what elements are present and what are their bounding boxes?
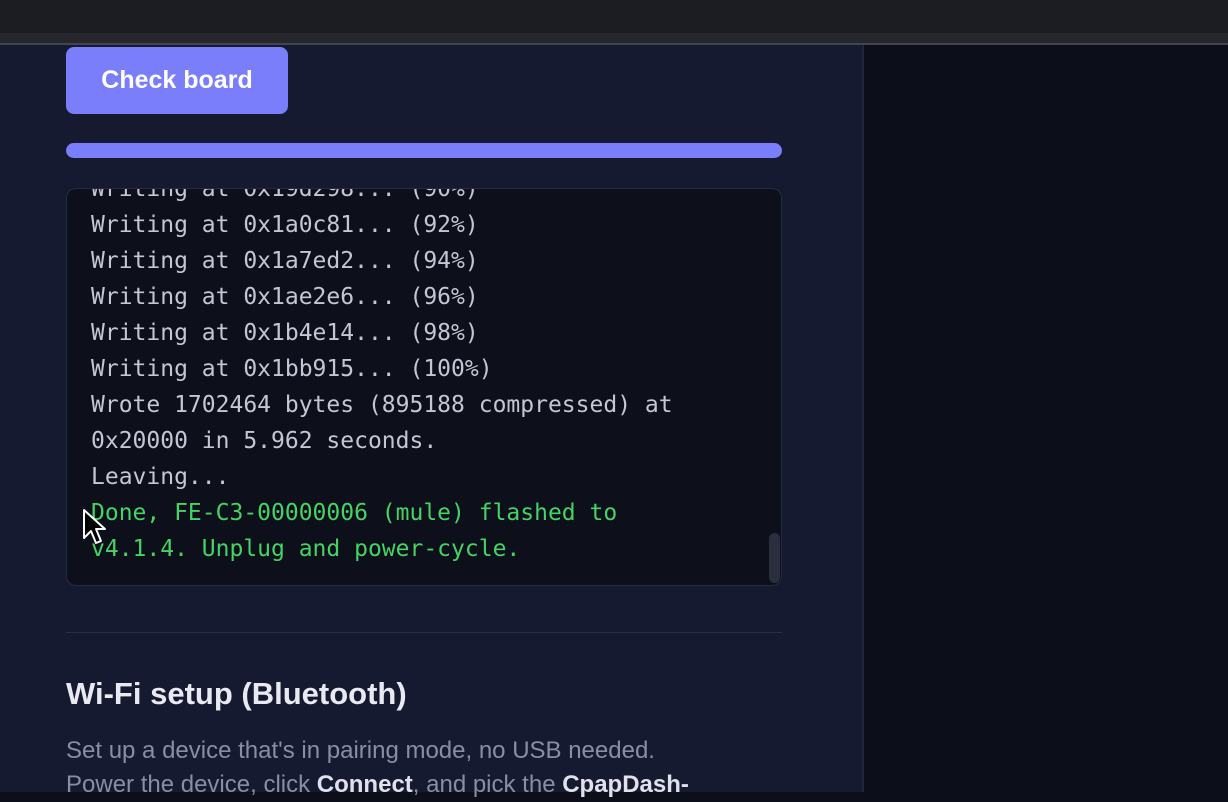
console-line: Writing at 0x19d298... (90%) bbox=[91, 188, 479, 202]
mouse-pointer-icon bbox=[83, 509, 106, 544]
console-line: Done, FE-C3-00000006 (mule) flashed to bbox=[91, 500, 618, 526]
console-line: Writing at 0x1b4e14... (98%) bbox=[91, 320, 479, 346]
section-divider bbox=[66, 632, 782, 633]
console-log-lines: Writing at 0x19d298... (90%) Writing at 0… bbox=[91, 188, 761, 567]
check-board-button[interactable]: Check board bbox=[66, 47, 288, 114]
wifi-setup-description-line1: Set up a device that's in pairing mode, … bbox=[66, 737, 655, 764]
console-line: Writing at 0x1a7ed2... (94%) bbox=[91, 248, 479, 274]
flash-progress-fill bbox=[66, 143, 782, 158]
console-line: Leaving... bbox=[91, 464, 230, 490]
console-line: Writing at 0x1ae2e6... (96%) bbox=[91, 284, 479, 310]
wifi-setup-description-line2-mid: , and pick the bbox=[412, 771, 563, 798]
console-line: Writing at 0x1a0c81... (92%) bbox=[91, 212, 479, 238]
device-name-prefix: CpapDash- bbox=[562, 771, 689, 798]
right-empty-area bbox=[864, 45, 1228, 792]
wifi-setup-title: Wi-Fi setup (Bluetooth) bbox=[66, 676, 407, 711]
console-line: Wrote 1702464 bytes (895188 compressed) … bbox=[91, 392, 673, 418]
console-line: 0x20000 in 5.962 seconds. bbox=[91, 428, 438, 454]
wifi-setup-description-line2-prefix: Power the device, click bbox=[66, 771, 317, 798]
console-scrollbar[interactable] bbox=[769, 533, 780, 583]
console-line: Writing at 0x1bb915... (100%) bbox=[91, 356, 493, 382]
flash-progress-bar bbox=[66, 143, 782, 158]
connect-keyword: Connect bbox=[316, 771, 413, 798]
console-line: v4.1.4. Unplug and power-cycle. bbox=[91, 536, 521, 562]
flash-log-console[interactable]: Writing at 0x19d298... (90%) Writing at 0… bbox=[66, 188, 782, 586]
